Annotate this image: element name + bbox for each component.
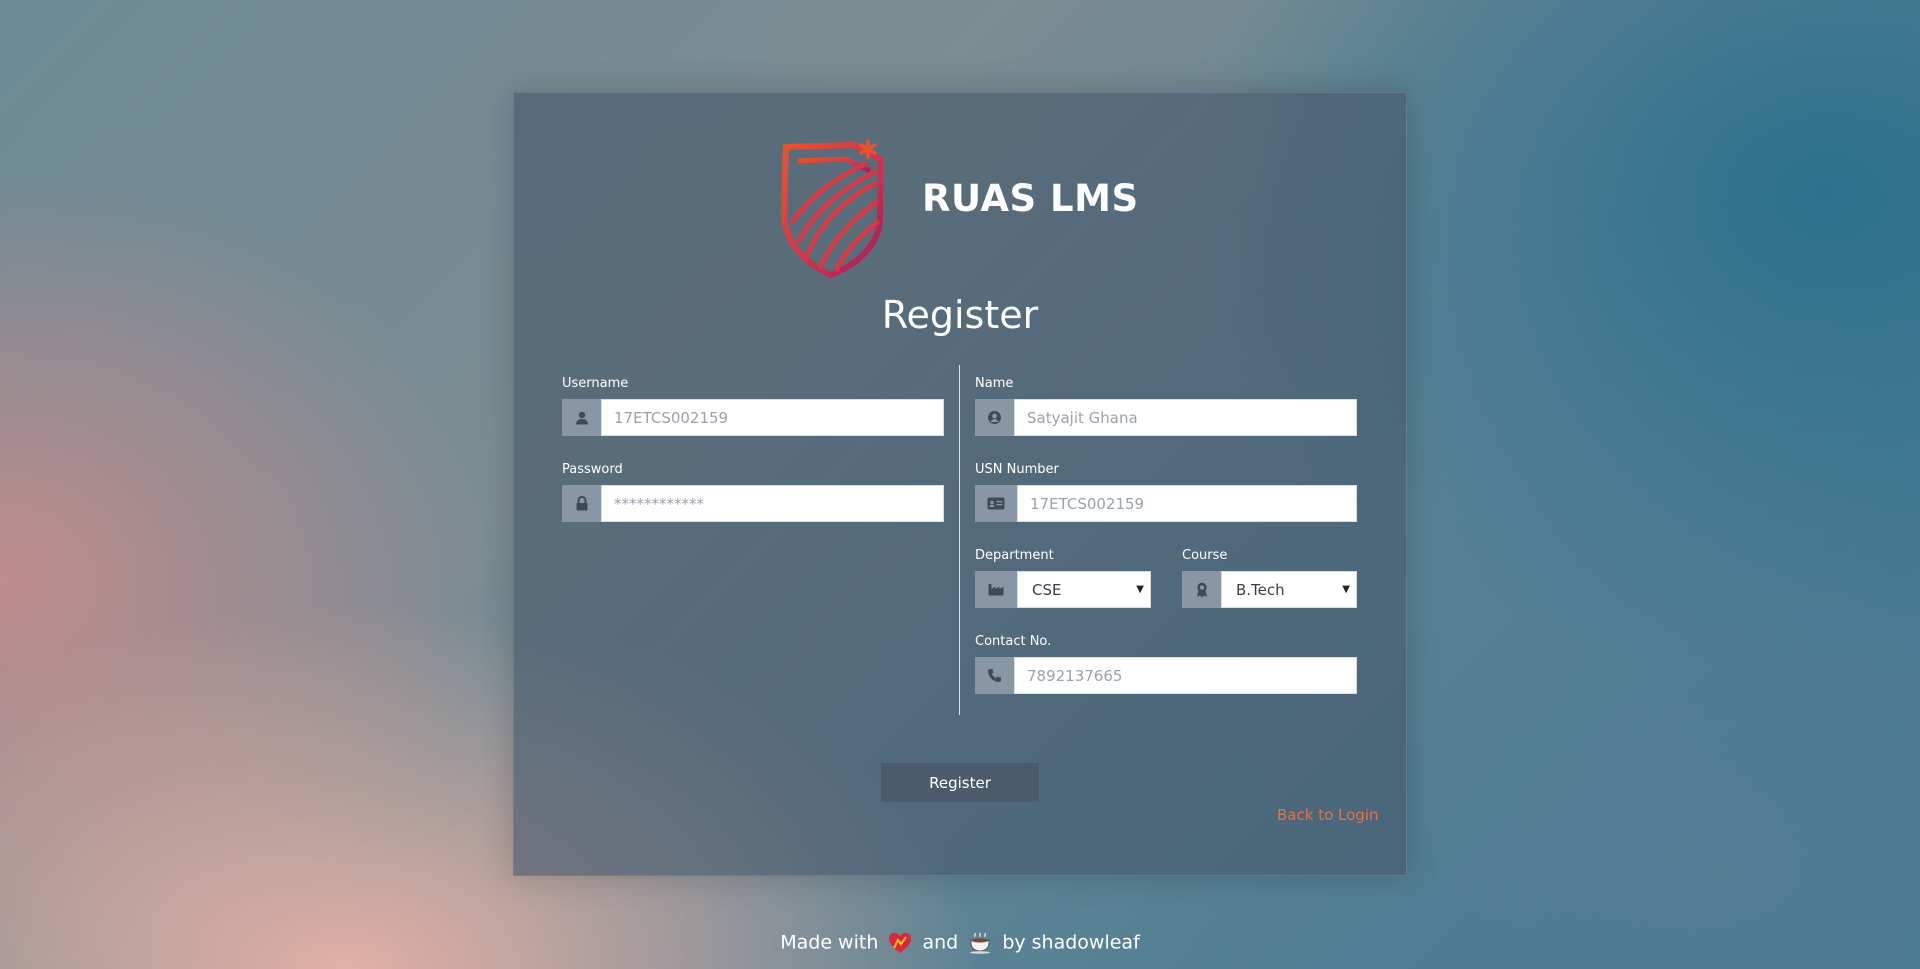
chevron-down-icon: ▼ (1342, 584, 1350, 595)
password-input-group (562, 485, 944, 522)
chevron-down-icon: ▼ (1136, 584, 1144, 595)
course-value: B.Tech (1236, 580, 1285, 599)
username-label: Username (562, 376, 629, 391)
usn-field: USN Number (975, 462, 1357, 522)
department-input-group: CSE ▼ (975, 571, 1151, 608)
footer-text-and: and (922, 931, 959, 954)
brand-name: RUAS LMS (922, 177, 1139, 220)
brand-header: RUAS LMS (776, 139, 1176, 279)
usn-input[interactable] (1017, 485, 1357, 522)
back-to-login-link[interactable]: Back to Login (1277, 806, 1378, 824)
contact-input-group (975, 657, 1357, 694)
footer-text-made-with: Made with (780, 931, 879, 954)
department-value: CSE (1032, 580, 1062, 599)
name-field: Name (975, 376, 1357, 436)
footer: Made with and by shadowleaf (0, 931, 1920, 954)
column-divider (959, 365, 960, 715)
lock-icon (562, 485, 601, 522)
course-label: Course (1182, 548, 1228, 563)
coffee-icon (970, 932, 991, 954)
course-select[interactable]: B.Tech ▼ (1221, 571, 1357, 608)
password-input[interactable] (601, 485, 944, 522)
department-label: Department (975, 548, 1054, 563)
contact-label: Contact No. (975, 634, 1052, 649)
username-field: Username (562, 376, 944, 436)
contact-input[interactable] (1014, 657, 1357, 694)
id-card-icon (975, 485, 1017, 522)
contact-field: Contact No. (975, 634, 1357, 694)
name-input[interactable] (1014, 399, 1357, 436)
footer-text-by: by shadowleaf (1002, 931, 1140, 954)
award-icon (1182, 571, 1221, 608)
password-label: Password (562, 462, 623, 477)
industry-icon (975, 571, 1017, 608)
register-card: RUAS LMS Register Username Password Name (513, 92, 1407, 876)
name-input-group (975, 399, 1357, 436)
name-label: Name (975, 376, 1014, 391)
usn-input-group (975, 485, 1357, 522)
page-title: Register (881, 293, 1039, 337)
course-input-group: B.Tech ▼ (1182, 571, 1357, 608)
user-circle-icon (975, 399, 1014, 436)
username-input[interactable] (601, 399, 944, 436)
department-field: Department CSE ▼ (975, 548, 1151, 608)
heart-icon (889, 932, 912, 953)
department-select[interactable]: CSE ▼ (1017, 571, 1151, 608)
phone-icon (975, 657, 1014, 694)
course-field: Course B.Tech ▼ (1182, 548, 1357, 608)
ruas-shield-logo-icon (780, 139, 883, 279)
user-icon (562, 399, 601, 436)
password-field: Password (562, 462, 944, 522)
register-button[interactable]: Register (881, 763, 1039, 802)
username-input-group (562, 399, 944, 436)
usn-label: USN Number (975, 462, 1059, 477)
